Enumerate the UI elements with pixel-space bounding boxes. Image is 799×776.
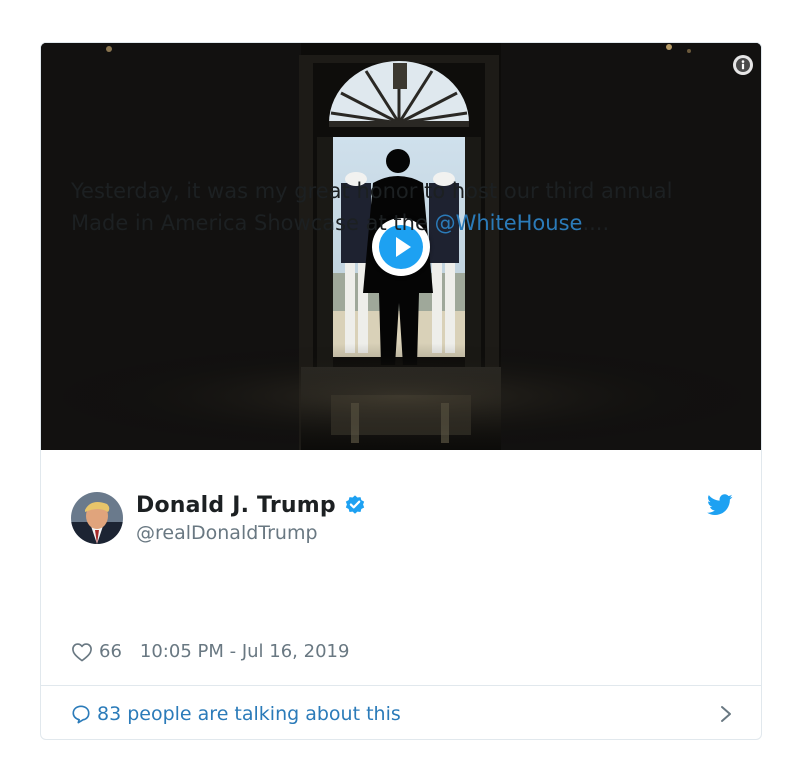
heart-icon[interactable] (71, 642, 93, 662)
talking-about-link[interactable]: 83 people are talking about this (41, 685, 761, 739)
tweet-text: Yesterday, it was my great honor to host… (71, 175, 711, 239)
like-count[interactable]: 66 (99, 641, 122, 662)
tweet-meta: 66 10:05 PM - Jul 16, 2019 (71, 641, 349, 662)
tweet-author[interactable]: Donald J. Trump @realDonaldTrump (71, 470, 733, 544)
tweet-video[interactable] (41, 43, 761, 450)
screen-name[interactable]: @realDonaldTrump (136, 522, 366, 544)
mention-link-whitehouse[interactable]: @WhiteHouse (435, 211, 583, 235)
chevron-right-icon (721, 705, 731, 722)
timestamp-link[interactable]: 10:05 PM - Jul 16, 2019 (140, 641, 350, 662)
avatar[interactable] (71, 492, 123, 544)
display-name-row: Donald J. Trump (136, 490, 366, 520)
twitter-bird-icon[interactable] (707, 494, 733, 516)
verified-badge-icon (345, 495, 364, 514)
author-names[interactable]: Donald J. Trump @realDonaldTrump (136, 490, 366, 544)
info-button[interactable] (733, 55, 753, 75)
display-name[interactable]: Donald J. Trump (136, 493, 336, 518)
reply-bubble-icon (72, 704, 90, 723)
avatar-image (71, 492, 123, 544)
tweet-text-ellipsis: .... (582, 211, 610, 235)
info-icon (736, 58, 750, 72)
talking-about-text: 83 people are talking about this (97, 702, 401, 725)
embedded-tweet-card: Donald J. Trump @realDonaldTrump Yesterd… (40, 42, 762, 740)
